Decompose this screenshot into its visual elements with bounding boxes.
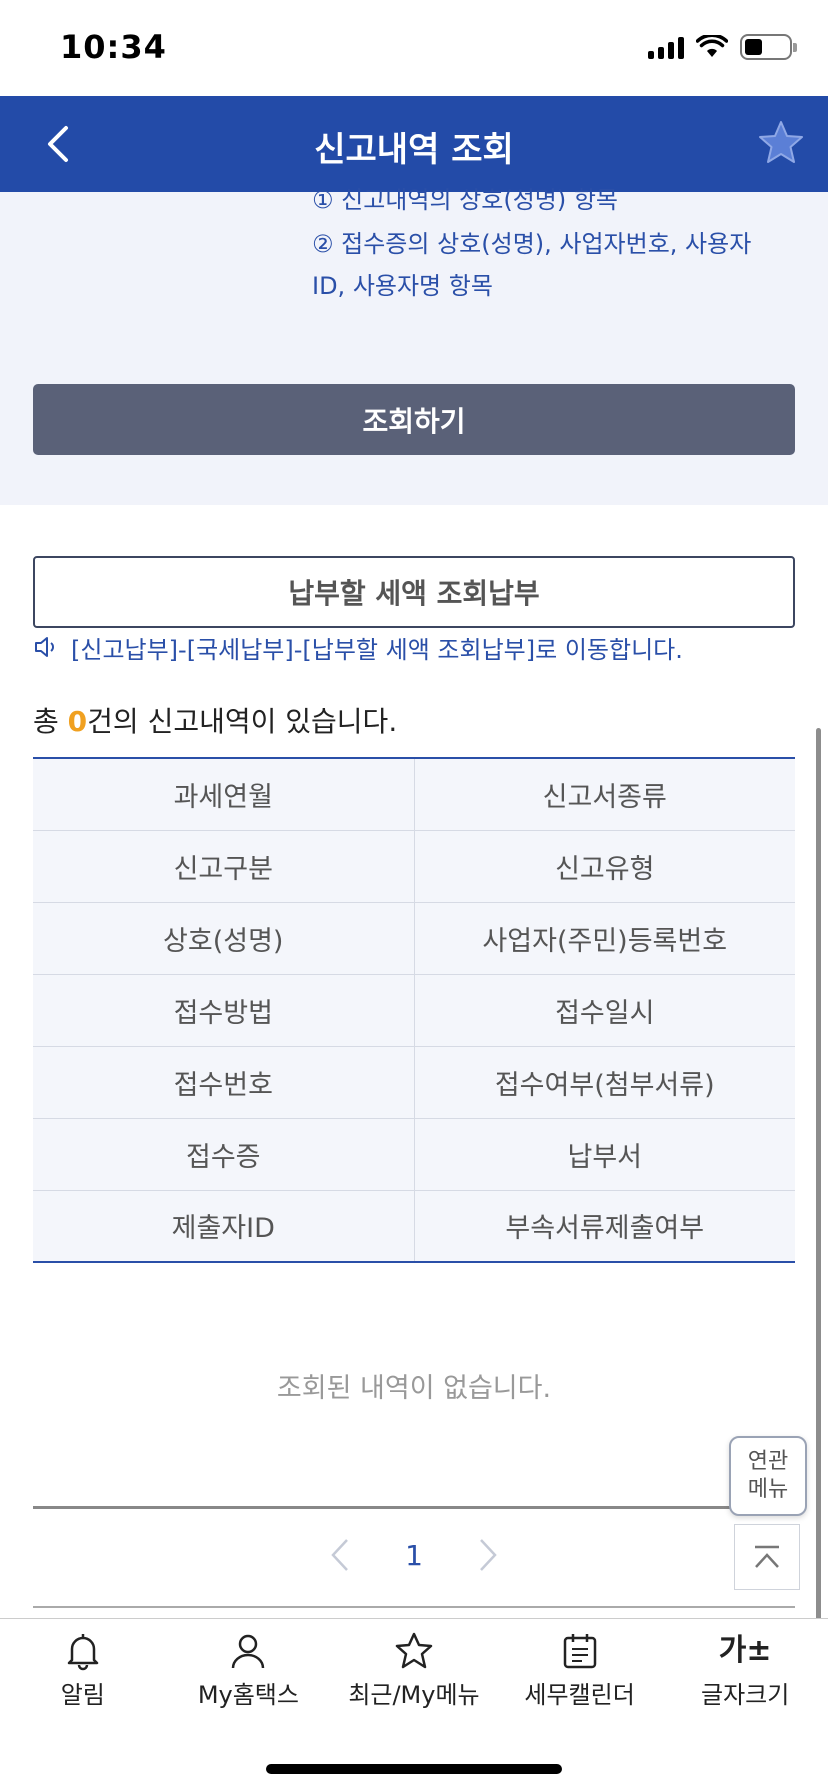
table-row: 접수증 납부서 [33,1118,795,1191]
table-cell: 납부서 [414,1118,795,1191]
note-line-1: ① 신고내역의 상호(성명) 항목 [312,186,619,214]
nav-item-font-size[interactable]: 가± 글자크기 [662,1619,828,1718]
table-cell: 신고구분 [33,830,415,903]
divider [33,1506,795,1509]
person-icon [232,1634,265,1669]
nav-item-my-hometax[interactable]: My홈택스 [166,1619,332,1718]
nav-item-recent-my-menu[interactable]: 최근/My메뉴 [331,1619,497,1718]
font-size-icon: 가± [718,1633,772,1668]
calendar-icon [563,1634,596,1669]
nav-item-tax-calendar[interactable]: 세무캘린더 [497,1619,663,1718]
speaker-icon [35,637,54,657]
page-number[interactable]: 1 [405,1539,423,1572]
empty-message: 조회된 내역이 없습니다. [276,1373,552,1404]
bell-icon [67,1634,99,1671]
battery-icon [740,34,797,60]
table-cell: 신고유형 [414,830,795,903]
count-number: 0 [67,705,88,738]
table-cell: 사업자(주민)등록번호 [414,902,795,975]
search-area: ① 신고내역의 상호(성명) 항목 ② 접수증의 상호(성명), 사업자번호, … [0,186,828,505]
page-title: 신고내역 조회 [314,130,514,170]
nav-label: 세무캘린더 [524,1681,635,1709]
bottom-nav: 알림 My홈택스 최근/My메뉴 세무캘린더 가± 글자크기 [0,1618,828,1718]
table-row: 과세연월 신고서종류 [33,758,795,831]
nav-label: 글자크기 [701,1681,790,1709]
table-cell: 접수여부(첨부서류) [414,1046,795,1119]
table-cell: 접수증 [33,1118,415,1191]
next-page-icon[interactable] [477,1536,499,1574]
scrollbar[interactable] [816,728,821,1698]
table-cell: 신고서종류 [414,758,795,831]
table-cell: 상호(성명) [33,902,415,975]
related-menu-button[interactable]: 연관 메뉴 [729,1436,807,1516]
table-cell: 접수방법 [33,974,415,1047]
home-indicator [266,1764,562,1774]
star-outline-icon [395,1632,433,1669]
table-cell: 과세연월 [33,758,415,831]
scroll-top-button[interactable] [734,1524,800,1590]
table-cell: 접수번호 [33,1046,415,1119]
note-line-2: ② 접수증의 상호(성명), 사업자번호, 사용자 [312,230,752,258]
signal-icon [648,35,684,59]
nav-label: 알림 [60,1681,105,1709]
nav-item-alerts[interactable]: 알림 [0,1619,166,1718]
divider [33,1606,795,1608]
guide-text: [신고납부]-[국세납부]-[납부할 세액 조회납부]로 이동합니다. [33,630,683,664]
scroll-top-icon [755,1545,779,1568]
status-bar: 10:34 [0,0,828,96]
wifi-icon [696,35,728,57]
guide-label: [신고납부]-[국세납부]-[납부할 세액 조회납부]로 이동합니다. [71,635,683,664]
app-header: 신고내역 조회 [0,96,828,192]
status-icons [648,34,797,60]
table-row: 제출자ID 부속서류제출여부 [33,1190,795,1262]
result-count: 총 0건의 신고내역이 있습니다. [33,705,398,738]
pagination: 1 [0,1530,828,1580]
search-button[interactable]: 조회하기 [33,384,795,455]
table-cell: 부속서류제출여부 [414,1190,795,1262]
table-cell: 접수일시 [414,974,795,1047]
nav-label: My홈택스 [197,1681,299,1709]
favorite-star-icon[interactable] [756,118,806,168]
table-row: 접수번호 접수여부(첨부서류) [33,1046,795,1119]
table-row: 접수방법 접수일시 [33,974,795,1047]
tax-payment-button[interactable]: 납부할 세액 조회납부 [33,556,795,628]
table-cell: 제출자ID [33,1190,415,1262]
nav-label: 최근/My메뉴 [348,1681,480,1709]
prev-page-icon[interactable] [329,1536,351,1574]
table-row: 신고구분 신고유형 [33,830,795,903]
report-header-table: 과세연월 신고서종류 신고구분 신고유형 상호(성명) 사업자(주민)등록번호 접수방… [33,757,795,1263]
table-row: 상호(성명) 사업자(주민)등록번호 [33,902,795,975]
note-line-3: ID, 사용자명 항목 [312,272,493,300]
status-time: 10:34 [60,28,167,66]
